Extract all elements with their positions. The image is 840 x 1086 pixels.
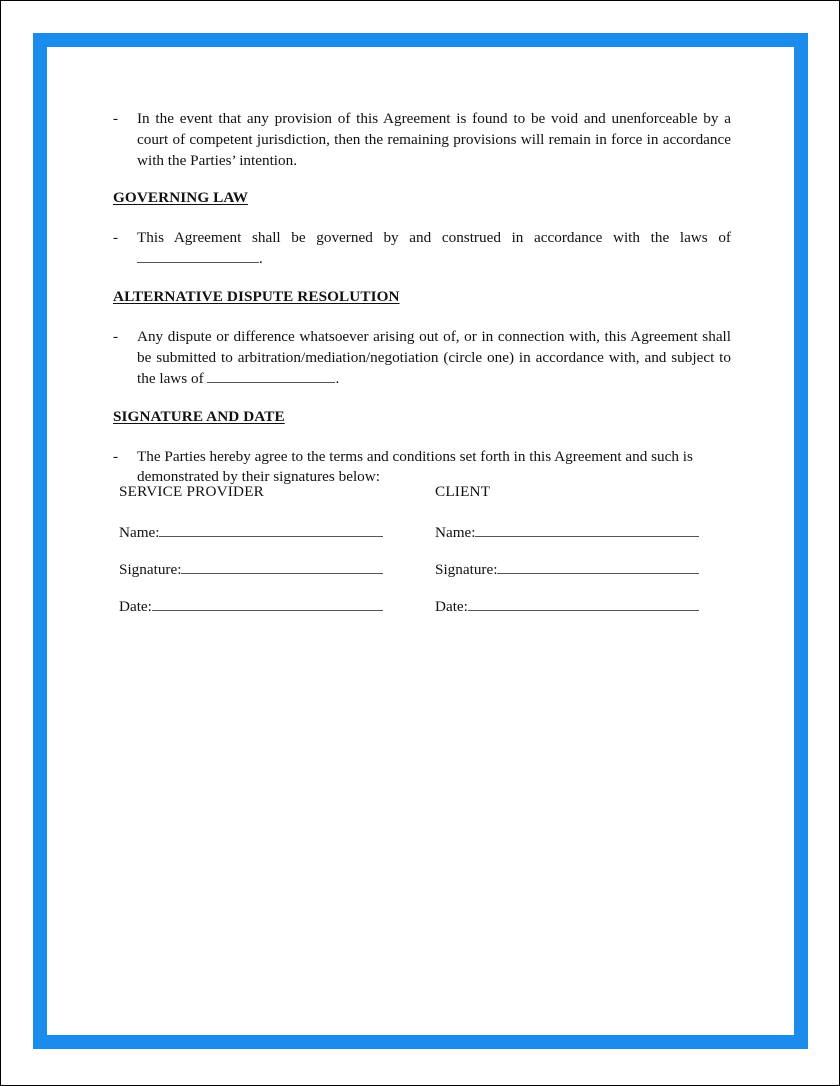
service-provider-name-row: Name: (119, 523, 383, 542)
client-date-row: Date: (435, 597, 699, 616)
bullet-dash-marker: - (113, 229, 119, 247)
governing-law-blank-field[interactable] (137, 262, 259, 264)
bullet-dash-marker: - (113, 110, 119, 127)
adr-text-end: . (335, 369, 340, 387)
alternative-dispute-resolution-text: Any dispute or difference whatsoever ari… (137, 328, 731, 387)
client-date-label: Date: (435, 598, 468, 615)
service-provider-name-input[interactable] (159, 523, 383, 537)
signature-column-service-provider: SERVICE PROVIDER Name: Signature: Date: (119, 483, 435, 634)
service-provider-party-label: SERVICE PROVIDER (119, 483, 265, 500)
service-provider-name-label: Name: (119, 524, 160, 541)
bullet-dash-marker: - (113, 447, 119, 465)
governing-law-text: This Agreement shall be governed by and … (137, 229, 731, 247)
bullet-dash-marker: - (113, 328, 119, 346)
alternative-dispute-resolution-item: - Any dispute or difference whatsoever ar… (113, 327, 731, 389)
alternative-dispute-resolution-heading: ALTERNATIVE DISPUTE RESOLUTION (113, 288, 400, 306)
adr-laws-blank-field[interactable] (207, 381, 336, 383)
governing-law-heading: GOVERNING LAW (113, 189, 249, 207)
client-signature-label: Signature: (435, 561, 498, 578)
service-provider-date-input[interactable] (151, 597, 383, 611)
service-provider-date-label: Date: (119, 598, 152, 615)
client-name-row: Name: (435, 523, 699, 542)
client-signature-input[interactable] (497, 560, 699, 574)
document-page: - In the event that any provision of this… (0, 0, 840, 1086)
client-name-label: Name: (435, 524, 476, 541)
signature-block: SERVICE PROVIDER Name: Signature: Date: … (119, 483, 719, 634)
service-provider-signature-row: Signature: (119, 560, 383, 579)
client-party-label: CLIENT (435, 483, 491, 500)
client-name-input[interactable] (475, 523, 699, 537)
signature-intro-text: The Parties hereby agree to the terms an… (137, 447, 693, 486)
service-provider-signature-input[interactable] (181, 560, 383, 574)
severability-clause-item: - In the event that any provision of this… (113, 109, 731, 171)
severability-clause-text: In the event that any provision of this … (137, 110, 731, 169)
service-provider-date-row: Date: (119, 597, 383, 616)
document-body: - In the event that any provision of this… (113, 109, 731, 488)
governing-law-text-end: . (259, 250, 263, 268)
client-date-input[interactable] (467, 597, 699, 611)
service-provider-signature-label: Signature: (119, 561, 182, 578)
signature-columns: SERVICE PROVIDER Name: Signature: Date: … (119, 483, 719, 634)
client-signature-row: Signature: (435, 560, 699, 579)
signature-column-client: CLIENT Name: Signature: Date: (435, 483, 719, 634)
signature-and-date-heading: SIGNATURE AND DATE (113, 407, 285, 425)
governing-law-item: - This Agreement shall be governed by and… (113, 228, 731, 270)
